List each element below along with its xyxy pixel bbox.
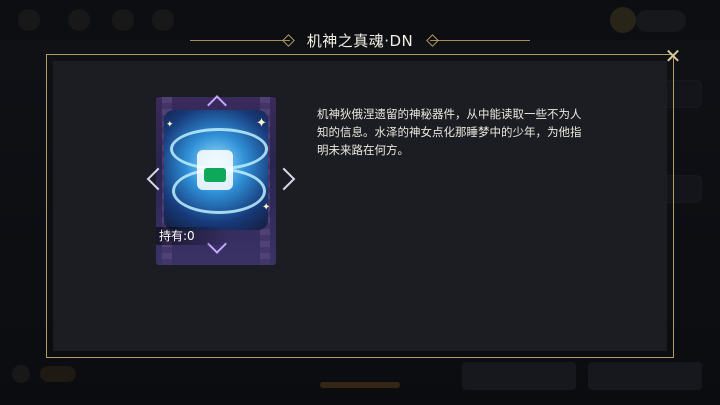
sparkle-icon: ✦ [262,202,271,213]
art-figure-detail [204,168,226,182]
sparkle-icon: ✦ [256,116,267,131]
item-description: 机神狄俄涅遗留的神秘器件，从中能读取一些不为人知的信息。水泽的神女点化那睡梦中的… [317,107,582,157]
close-button[interactable]: ✕ [661,44,685,68]
dialog-title: 机神之真魂·DN [306,32,414,50]
owned-count: 持有:0 [156,227,229,245]
sparkle-icon: ✦ [166,120,174,130]
dialog-frame [46,54,674,358]
dialog-title-bar: 机神之真魂·DN [0,27,720,55]
close-icon: ✕ [664,44,682,68]
